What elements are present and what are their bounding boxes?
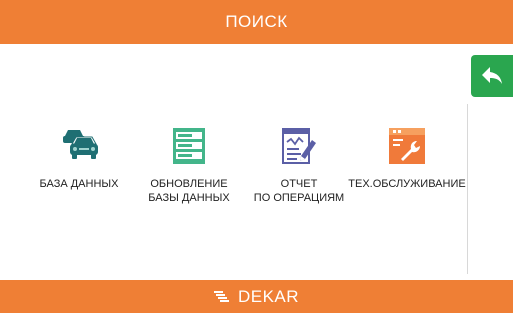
tile-label-line1: ОТЧЕТ [280, 178, 318, 190]
logo-text: DEKAR [237, 286, 300, 306]
tile-label-line1: ОБНОВЛЕНИЕ [150, 178, 228, 190]
tile-label: БАЗА ДАННЫХ [39, 178, 119, 190]
tile-database[interactable]: БАЗА ДАННЫХ [19, 125, 139, 191]
panel-divider [467, 104, 468, 274]
footer-bar: DEKAR [0, 280, 513, 313]
tile-report[interactable]: ОТЧЕТ ПО ОПЕРАЦИЯМ [239, 125, 359, 205]
tile-label-line2: ПО ОПЕРАЦИЯМ [253, 192, 345, 204]
tile-maintenance[interactable]: ТЕХ.ОБСЛУЖИВАНИЕ [347, 125, 467, 191]
database-update-icon [169, 125, 209, 167]
page-title: ПОИСК [225, 12, 288, 31]
logo-mark-icon [213, 290, 229, 302]
tile-label: ТЕХ.ОБСЛУЖИВАНИЕ [348, 178, 466, 190]
report-edit-icon [279, 125, 319, 167]
tile-label-line2: БАЗЫ ДАННЫХ [148, 192, 230, 204]
back-arrow-icon [482, 67, 502, 84]
dekar-logo: DEKAR [213, 286, 300, 307]
tile-label: ОБНОВЛЕНИЕ БАЗЫ ДАННЫХ [148, 177, 229, 205]
maintenance-wrench-icon [387, 125, 427, 167]
tile-label: ОТЧЕТ ПО ОПЕРАЦИЯМ [254, 177, 344, 205]
back-button[interactable] [471, 55, 513, 97]
cars-database-icon [59, 125, 99, 167]
tile-database-update[interactable]: ОБНОВЛЕНИЕ БАЗЫ ДАННЫХ [129, 125, 249, 205]
header-bar: ПОИСК [0, 0, 513, 44]
